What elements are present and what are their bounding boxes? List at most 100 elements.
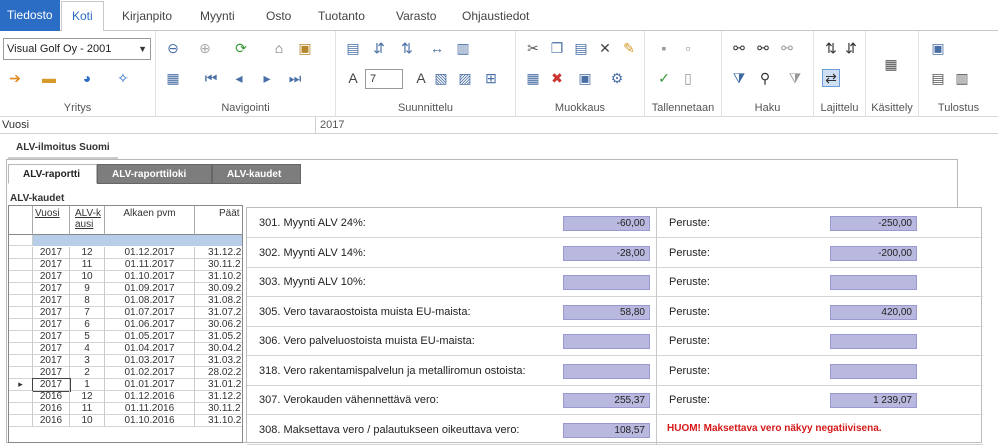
row-selector[interactable] (9, 391, 33, 403)
table-row[interactable]: 2017 3 01.03.2017 31.03.2 (9, 355, 242, 367)
table-icon[interactable]: ▦ (164, 69, 182, 87)
base-amount-field[interactable]: -250,00 (830, 216, 917, 231)
filter-icon[interactable]: ⧩ (730, 69, 748, 87)
calendar-icon[interactable]: ▦ (882, 55, 900, 73)
table-row[interactable]: 2017 8 01.08.2017 31.08.2 (9, 295, 242, 307)
print-preview-icon[interactable]: ▤ (929, 69, 947, 87)
row-selector[interactable] (9, 283, 33, 295)
copy-icon[interactable]: ❐ (548, 39, 566, 57)
subtab-alv-kaudet[interactable]: ALV-kaudet (212, 164, 301, 184)
browse-icon[interactable]: ▣ (296, 39, 314, 57)
vat-amount-field[interactable] (563, 275, 650, 290)
tools-icon[interactable]: ⚙ (608, 69, 626, 87)
tab-varasto[interactable]: Varasto (386, 5, 446, 29)
tab-koti[interactable]: Koti (61, 1, 104, 32)
row-selector[interactable] (9, 367, 33, 379)
binoculars-icon[interactable]: ⚯ (730, 39, 748, 57)
table-row[interactable]: 2017 6 01.06.2017 30.06.2 (9, 319, 242, 331)
insert-table-icon[interactable]: ▦ (524, 69, 542, 87)
find-next-icon[interactable]: ⚯ (778, 39, 796, 57)
save-all-icon[interactable]: ▫ (679, 39, 697, 57)
print-setup-icon[interactable]: ▣ (929, 39, 947, 57)
base-amount-field[interactable]: 1 239,07 (830, 393, 917, 408)
column-header-paattyen-pvm[interactable]: Päät (195, 206, 242, 235)
base-amount-field[interactable] (830, 334, 917, 349)
table-row[interactable]: 2017 10 01.10.2017 31.10.2 (9, 271, 242, 283)
clear-filter-icon[interactable]: ⧩ (786, 69, 804, 87)
sort-ascending-icon[interactable]: ⇅ (822, 39, 840, 57)
page-tab-alv-ilmoitus[interactable]: ALV-ilmoitus Suomi (8, 141, 118, 159)
row-selector[interactable] (9, 271, 33, 283)
font-color-icon[interactable]: A (412, 69, 430, 87)
vat-amount-field[interactable]: -28,00 (563, 245, 650, 261)
first-record-icon[interactable]: ⏮ (202, 69, 220, 87)
row-selector[interactable] (9, 295, 33, 307)
row-selector[interactable] (9, 319, 33, 331)
paint-icon[interactable]: ▧ (432, 69, 450, 87)
last-record-icon[interactable]: ⏭ (286, 69, 304, 87)
pie-chart-icon[interactable]: ◕ (78, 69, 96, 87)
table-row[interactable]: 2017 12 01.12.2017 31.12.2 (9, 247, 242, 259)
table-row[interactable]: 2016 11 01.11.2016 30.11.2 (9, 403, 242, 415)
edit-icon[interactable]: ✎ (620, 39, 638, 57)
insert-row-icon[interactable]: ⇅ (398, 39, 416, 57)
table-row[interactable]: 2016 10 01.10.2016 31.10.2 (9, 415, 242, 427)
tab-file[interactable]: Tiedosto (0, 0, 60, 31)
arrow-right-icon[interactable]: ➔ (6, 69, 24, 87)
back-icon[interactable]: ⊖ (164, 39, 182, 57)
row-selector[interactable] (9, 403, 33, 415)
company-select[interactable]: Visual Golf Oy - 2001 ▼ (3, 38, 151, 60)
tab-osto[interactable]: Osto (256, 5, 301, 29)
base-amount-field[interactable]: 420,00 (830, 304, 917, 320)
tab-myynti[interactable]: Myynti (190, 5, 245, 29)
move-icon[interactable]: ↔ (428, 39, 446, 57)
row-selector[interactable] (9, 415, 33, 427)
row-selector[interactable] (9, 259, 33, 271)
table-row[interactable]: 2016 12 01.12.2016 31.12.2 (9, 391, 242, 403)
print-icon[interactable]: ▥ (953, 69, 971, 87)
row-selector[interactable]: ▸ (9, 379, 33, 391)
save-icon[interactable]: ▪ (655, 39, 673, 57)
table-row[interactable]: 2017 4 01.04.2017 30.04.2 (9, 343, 242, 355)
table-row[interactable]: ▸ 2017 1 01.01.2017 31.01.2 (9, 378, 242, 392)
row-selector[interactable] (9, 355, 33, 367)
previous-record-icon[interactable]: ◂ (230, 69, 248, 87)
grid-new-row[interactable] (9, 235, 242, 246)
row-selector[interactable] (9, 247, 33, 259)
row-selector[interactable] (9, 343, 33, 355)
base-amount-field[interactable] (830, 275, 917, 290)
table-row[interactable]: 2017 5 01.05.2017 31.05.2 (9, 331, 242, 343)
subtab-alv-raporttiloki[interactable]: ALV-raporttiloki (97, 164, 212, 184)
folder-icon[interactable]: ▬ (40, 69, 58, 87)
table-row[interactable]: 2017 7 01.07.2017 31.07.2 (9, 307, 242, 319)
vat-amount-field[interactable] (563, 334, 650, 349)
vat-amount-field[interactable]: 58,80 (563, 304, 650, 320)
vat-amount-field[interactable] (563, 363, 650, 379)
tab-ohjaustiedot[interactable]: Ohjaustiedot (452, 5, 539, 29)
home-icon[interactable]: ⌂ (270, 39, 288, 57)
font-icon[interactable]: A (344, 69, 362, 87)
delete-row-icon[interactable]: ✖ (548, 69, 566, 87)
table-row[interactable]: 2017 9 01.09.2017 30.09.2 (9, 283, 242, 295)
sort-toggle-icon[interactable]: ⇄ (822, 69, 840, 87)
sort-descending-icon[interactable]: ⇵ (842, 39, 860, 57)
delete-icon[interactable]: ✕ (596, 39, 614, 57)
refresh-icon[interactable]: ⟳ (232, 39, 250, 57)
table-row[interactable]: 2017 2 01.02.2017 28.02.2 (9, 367, 242, 379)
vat-amount-field[interactable]: -60,00 (563, 216, 650, 231)
font-size-input[interactable]: 7 (365, 69, 403, 89)
column-header-alkaen-pvm[interactable]: Alkaen pvm (105, 206, 195, 235)
subtab-alv-raportti[interactable]: ALV-raportti (8, 164, 97, 184)
calculate-icon[interactable]: ▣ (576, 69, 594, 87)
accept-icon[interactable]: ✓ (655, 69, 673, 87)
layout-icon[interactable]: ▤ (344, 39, 362, 57)
table-row[interactable]: 2017 11 01.11.2017 30.11.2 (9, 259, 242, 271)
tab-kirjanpito[interactable]: Kirjanpito (112, 5, 182, 29)
year-field[interactable]: 2017 (315, 117, 344, 134)
vat-amount-field[interactable]: 108,57 (563, 422, 650, 438)
row-selector[interactable] (9, 331, 33, 343)
column-header-alv-kausi[interactable]: ALV-kausi (70, 206, 105, 235)
filter-layout-icon[interactable]: ⊞ (482, 69, 500, 87)
paste-icon[interactable]: ▤ (572, 39, 590, 57)
wand-icon[interactable]: ✧ (114, 69, 132, 87)
